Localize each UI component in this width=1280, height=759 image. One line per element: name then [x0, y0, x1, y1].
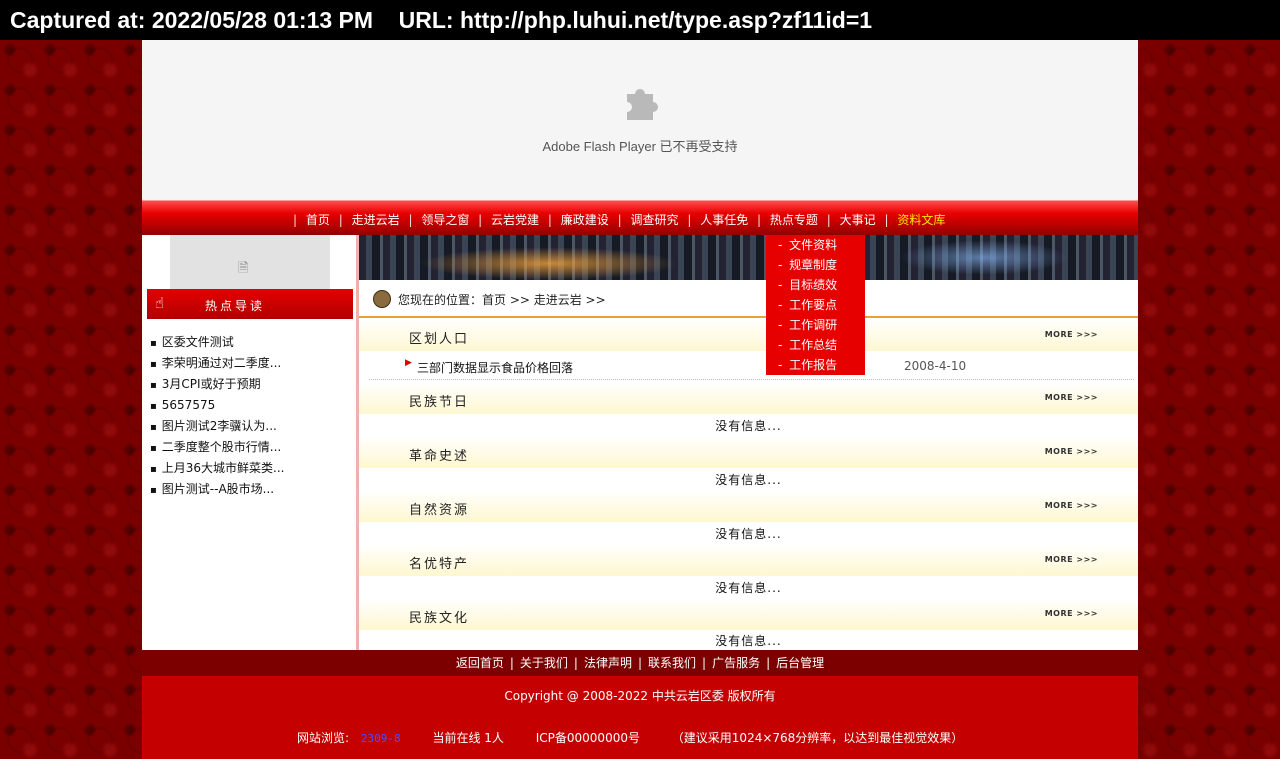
- more-link[interactable]: MORE >>>: [1045, 555, 1098, 564]
- more-link[interactable]: MORE >>>: [1045, 330, 1098, 339]
- dropdown-item-work-research[interactable]: 工作调研: [766, 315, 865, 335]
- hot-reading-list: 区委文件测试 李荣明通过对二季度... 3月CPI或好于预期 5657575 图…: [150, 332, 285, 500]
- section-header: 民族节日 MORE >>>: [359, 382, 1138, 414]
- dropdown-item-regulations[interactable]: 规章制度: [766, 255, 865, 275]
- more-link[interactable]: MORE >>>: [1045, 609, 1098, 618]
- visits-counter: 2309-8: [360, 732, 401, 745]
- nav-item-appointments[interactable]: 人事任免: [700, 213, 748, 227]
- more-link[interactable]: MORE >>>: [1045, 447, 1098, 456]
- footer-link-home[interactable]: 返回首页: [456, 656, 504, 670]
- no-info-text: 没有信息...: [715, 634, 782, 648]
- location-icon: [373, 290, 391, 308]
- more-link[interactable]: MORE >>>: [1045, 501, 1098, 510]
- dropdown-item-work-summary[interactable]: 工作总结: [766, 335, 865, 355]
- copyright-text: Copyright @ 2008-2022 中共云岩区委 版权所有: [504, 689, 776, 703]
- no-info-text: 没有信息...: [715, 581, 782, 595]
- nav-list: | 首页 | 走进云岩 | 领导之窗 | 云岩党建 | 廉政建设 | 调查研究 …: [293, 213, 946, 227]
- flash-placeholder: Adobe Flash Player 已不再受支持: [142, 40, 1138, 200]
- hot-reading-title: 热点导读: [205, 299, 266, 313]
- section-title: 自然资源: [409, 503, 470, 518]
- nav-item-integrity[interactable]: 廉政建设: [561, 213, 609, 227]
- nav-item-home[interactable]: 首页: [306, 213, 330, 227]
- dropdown-item-work-report[interactable]: 工作报告: [766, 355, 865, 375]
- nav-item-hot-topics[interactable]: 热点专题: [770, 213, 818, 227]
- dropdown-item-documents[interactable]: 文件资料: [766, 235, 865, 255]
- breadcrumb: 您现在的位置：首页 >> 走进云岩 >>: [373, 286, 1138, 316]
- icp-number: ICP备00000000号: [535, 731, 640, 745]
- section-header: 革命史述 MORE >>>: [359, 436, 1138, 468]
- footer-links: 返回首页 | 关于我们 | 法律声明 | 联系我们 | 广告服务 | 后台管理: [142, 650, 1138, 676]
- visits-label: 网站浏览:: [297, 731, 350, 745]
- main-content: 您现在的位置：首页 >> 走进云岩 >> 区划人口 MORE >>> ▶ 三部门…: [356, 235, 1138, 650]
- capture-info-bar: Captured at: 2022/05/28 01:13 PM URL: ht…: [0, 0, 1280, 40]
- site-stats: 网站浏览: 2309-8 当前在线 1人 ICP备00000000号 （建议采用…: [297, 729, 963, 746]
- hot-item[interactable]: 二季度整个股市行情...: [150, 437, 285, 458]
- footer: Copyright @ 2008-2022 中共云岩区委 版权所有 网站浏览: …: [142, 676, 1138, 759]
- library-dropdown-menu: 文件资料 规章制度 目标绩效 工作要点 工作调研 工作总结 工作报告: [766, 235, 865, 375]
- hot-item[interactable]: 区委文件测试: [150, 332, 285, 353]
- hot-item[interactable]: 上月36大城市鲜菜类...: [150, 458, 285, 479]
- puzzle-plugin-icon: [627, 89, 658, 120]
- footer-link-ads[interactable]: 广告服务: [712, 656, 760, 670]
- hot-item[interactable]: 3月CPI或好于预期: [150, 374, 285, 395]
- hot-item[interactable]: 图片测试--A股市场...: [150, 479, 285, 500]
- pointing-hand-icon: ☝: [155, 294, 165, 312]
- article-date: 2008-4-10: [904, 359, 967, 373]
- resolution-advice: （建议采用1024×768分辨率，以达到最佳视觉效果）: [671, 731, 964, 745]
- article-title-link[interactable]: 三部门数据显示食品价格回落: [417, 359, 573, 376]
- city-banner-image: [359, 235, 1138, 280]
- no-info-text: 没有信息...: [715, 419, 782, 433]
- left-sidebar: 🗎 ☝ 热点导读 区委文件测试 李荣明通过对二季度... 3月CPI或好于预期 …: [142, 235, 356, 650]
- footer-link-about[interactable]: 关于我们: [520, 656, 568, 670]
- red-arrow-icon: ▶: [405, 358, 412, 368]
- section-title: 区划人口: [409, 332, 470, 347]
- section-header: 名优特产 MORE >>>: [359, 544, 1138, 576]
- section-header: 区划人口 MORE >>>: [359, 319, 1138, 351]
- nav-item-research[interactable]: 调查研究: [630, 213, 678, 227]
- section-title: 名优特产: [409, 557, 470, 572]
- section-title: 民族节日: [409, 395, 470, 410]
- footer-link-admin[interactable]: 后台管理: [776, 656, 824, 670]
- nav-item-about-yunyan[interactable]: 走进云岩: [352, 213, 400, 227]
- section-header: 自然资源 MORE >>>: [359, 490, 1138, 522]
- nav-item-chronicle[interactable]: 大事记: [840, 213, 876, 227]
- hot-item[interactable]: 图片测试2李骥认为...: [150, 416, 285, 437]
- flash-unsupported-message: Adobe Flash Player 已不再受支持: [542, 139, 738, 154]
- breadcrumb-text: 您现在的位置：首页 >> 走进云岩 >>: [398, 293, 606, 307]
- nav-item-party[interactable]: 云岩党建: [491, 213, 539, 227]
- more-link[interactable]: MORE >>>: [1045, 393, 1098, 402]
- main-nav: | 首页 | 走进云岩 | 领导之窗 | 云岩党建 | 廉政建设 | 调查研究 …: [142, 200, 1138, 236]
- dropdown-item-work-points[interactable]: 工作要点: [766, 295, 865, 315]
- footer-link-contact[interactable]: 联系我们: [648, 656, 696, 670]
- broken-image-icon: 🗎: [238, 261, 249, 276]
- online-count: 当前在线 1人: [432, 731, 504, 745]
- section-header: 民族文化 MORE >>>: [359, 598, 1138, 630]
- hot-item[interactable]: 李荣明通过对二季度...: [150, 353, 285, 374]
- dropdown-item-performance[interactable]: 目标绩效: [766, 275, 865, 295]
- nav-item-leaders[interactable]: 领导之窗: [421, 213, 469, 227]
- hot-reading-header: ☝ 热点导读: [147, 289, 353, 319]
- list-item: ▶ 三部门数据显示食品价格回落 2008-4-10: [369, 353, 1134, 380]
- sidebar-image-placeholder: 🗎: [170, 235, 330, 290]
- no-info-text: 没有信息...: [715, 527, 782, 541]
- divider: [359, 316, 1138, 318]
- page-container: Adobe Flash Player 已不再受支持 | 首页 | 走进云岩 | …: [142, 40, 1138, 759]
- nav-item-library[interactable]: 资料文库: [897, 213, 945, 227]
- section-title: 革命史述: [409, 449, 470, 464]
- section-title: 民族文化: [409, 611, 470, 626]
- hot-item[interactable]: 5657575: [150, 395, 285, 416]
- no-info-text: 没有信息...: [715, 473, 782, 487]
- footer-link-legal[interactable]: 法律声明: [584, 656, 632, 670]
